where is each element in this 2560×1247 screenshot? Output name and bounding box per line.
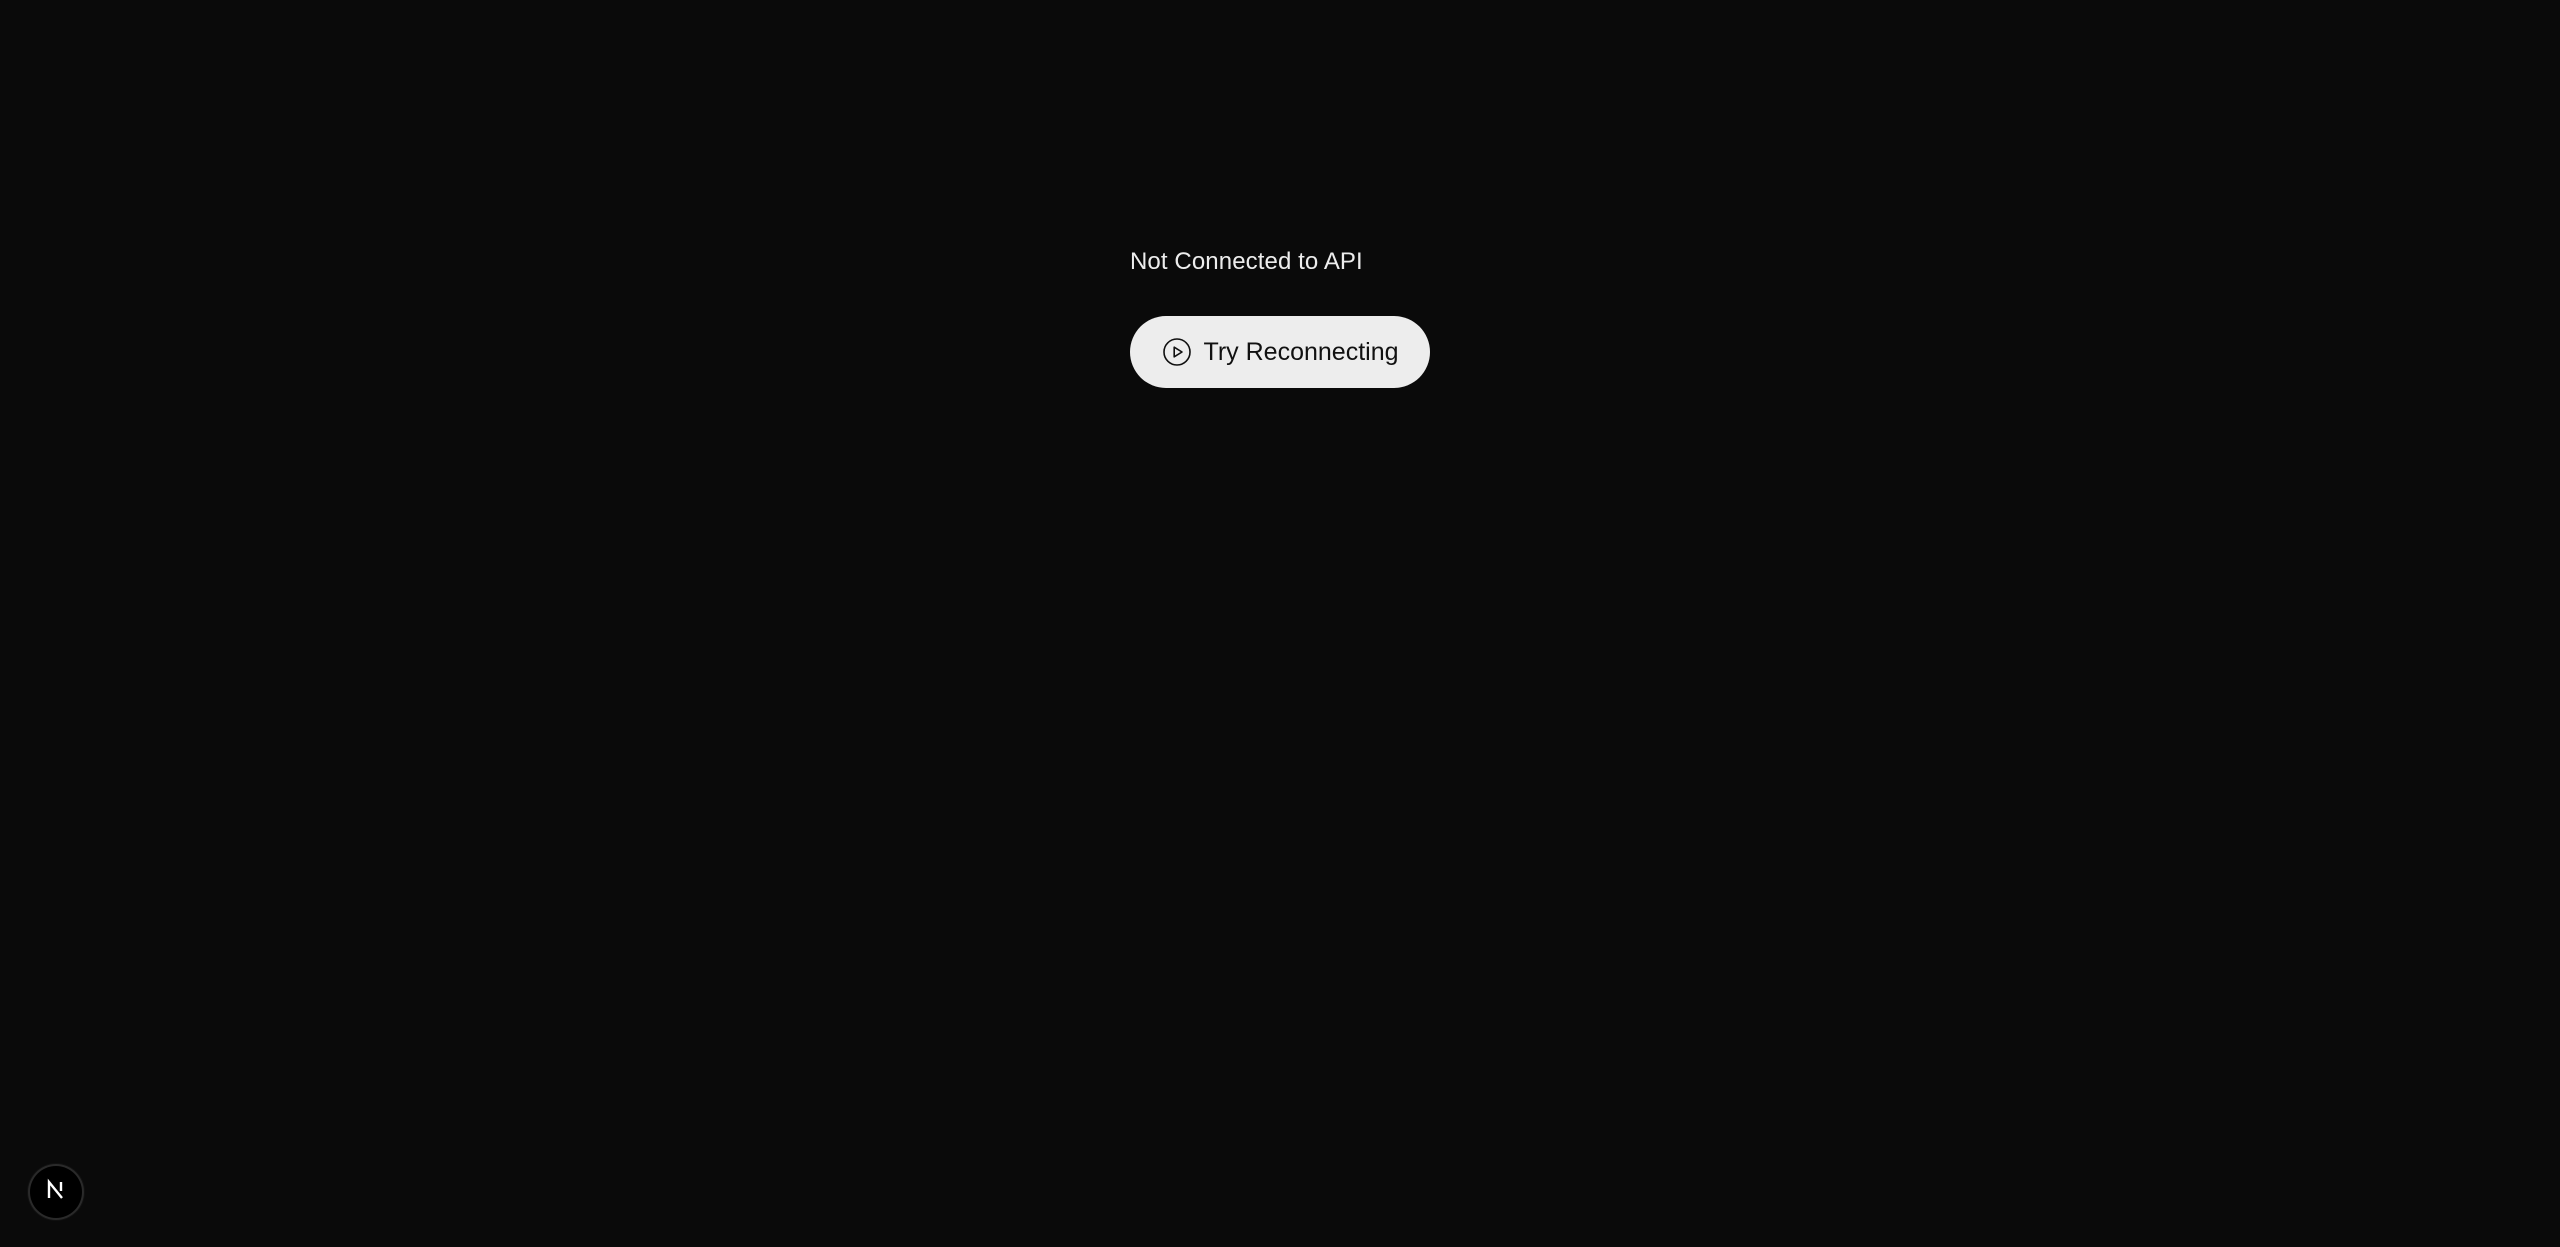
try-reconnecting-button[interactable]: Try Reconnecting: [1130, 316, 1430, 388]
nextjs-dev-indicator-button[interactable]: [30, 1166, 82, 1218]
connection-status-message: Not Connected to API: [1130, 248, 1363, 275]
play-circle-icon: [1162, 337, 1192, 367]
connection-status-panel: Not Connected to API Try Reconnecting: [1130, 246, 1430, 388]
nextjs-logo-icon: [44, 1178, 68, 1207]
try-reconnecting-label: Try Reconnecting: [1203, 337, 1399, 366]
